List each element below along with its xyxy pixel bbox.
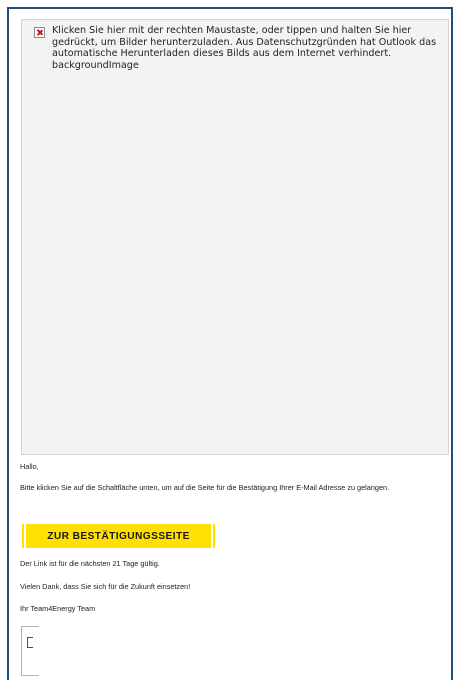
broken-image-icon xyxy=(27,637,33,648)
confirmation-page-button[interactable]: ZUR BESTÄTIGUNGSSEITE xyxy=(24,524,213,548)
thanks-text: Vielen Dank, dass Sie sich für die Zukun… xyxy=(20,582,191,591)
greeting-text: Hallo, xyxy=(20,462,39,471)
blocked-footer-image[interactable] xyxy=(21,626,39,676)
blocked-image-message: Klicken Sie hier mit der rechten Maustas… xyxy=(52,25,442,71)
email-frame: Klicken Sie hier mit der rechten Maustas… xyxy=(7,7,453,680)
broken-image-icon xyxy=(34,27,45,38)
link-validity-text: Der Link ist für die nächsten 21 Tage gü… xyxy=(20,559,160,568)
blocked-image-alt-text: backgroundImage xyxy=(52,59,139,71)
blocked-background-image[interactable]: Klicken Sie hier mit der rechten Maustas… xyxy=(21,19,449,455)
signature-text: Ihr Team4Energy Team xyxy=(20,604,96,613)
instruction-text: Bitte klicken Sie auf die Schaltfläche u… xyxy=(20,483,390,492)
blocked-image-notice: Klicken Sie hier mit der rechten Maustas… xyxy=(52,25,437,59)
